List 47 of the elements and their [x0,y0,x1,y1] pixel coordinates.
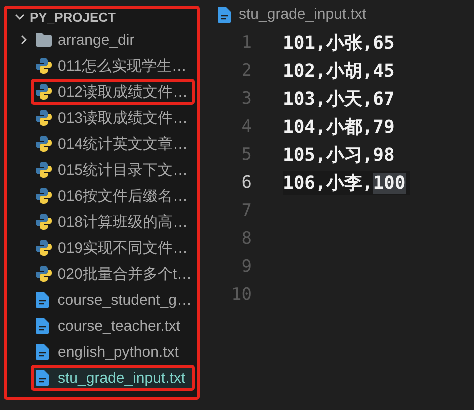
python-icon [36,136,52,152]
document-icon [36,292,49,308]
python-icon [36,214,52,230]
python-icon [36,58,52,74]
file-item[interactable]: 019实现不同文件… [31,235,195,261]
line-number: 2 [240,61,252,81]
python-icon [36,266,52,282]
file-item[interactable]: stu_grade_input.txt [31,365,195,391]
line-number: 10 [230,285,252,305]
file-item[interactable]: arrange_dir [31,27,195,53]
code-line: 104,小都,79 [283,116,396,139]
line-number: 1 [240,33,252,53]
document-icon [36,370,49,386]
code-line: 101,小张,65 [283,32,396,55]
file-item[interactable]: 016按文件后缀名… [31,183,195,209]
line-number: 5 [240,145,252,165]
file-item[interactable]: 011怎么实现学生… [31,53,195,79]
file-item[interactable]: 015统计目录下文… [31,157,195,183]
python-icon [36,84,52,100]
document-icon [36,318,49,334]
line-number: 6 [240,173,252,193]
folder-icon [36,33,52,47]
python-icon [36,240,52,256]
file-item[interactable]: 018计算班级的高… [31,209,195,235]
file-item[interactable]: course_student_g… [30,287,195,313]
python-icon [36,162,52,178]
code-line: 102,小胡,45 [283,60,396,83]
line-number: 8 [240,229,252,249]
code-line: 103,小天,67 [283,88,396,111]
python-icon [36,110,52,126]
file-item[interactable]: 020批量合并多个t… [30,261,195,287]
line-number: 3 [240,89,252,109]
file-item[interactable]: 014统计英文文章… [31,131,195,157]
editor-tab[interactable]: stu_grade_input.txt [214,0,375,29]
explorer-header[interactable]: PY_PROJECT [11,7,197,27]
document-icon [218,6,231,22]
code-line: 105,小习,98 [283,144,396,167]
file-item[interactable]: 012读取成绩文件… [31,79,195,105]
file-item[interactable]: course_teacher.txt [31,313,195,339]
document-icon [36,344,49,360]
line-number: 4 [240,117,252,137]
python-icon [36,188,52,204]
chevron-icon [15,12,25,22]
file-item[interactable]: english_python.txt [31,339,195,365]
line-number: 7 [240,201,252,221]
file-item[interactable]: 013读取成绩文件… [31,105,195,131]
line-number: 9 [240,257,252,277]
